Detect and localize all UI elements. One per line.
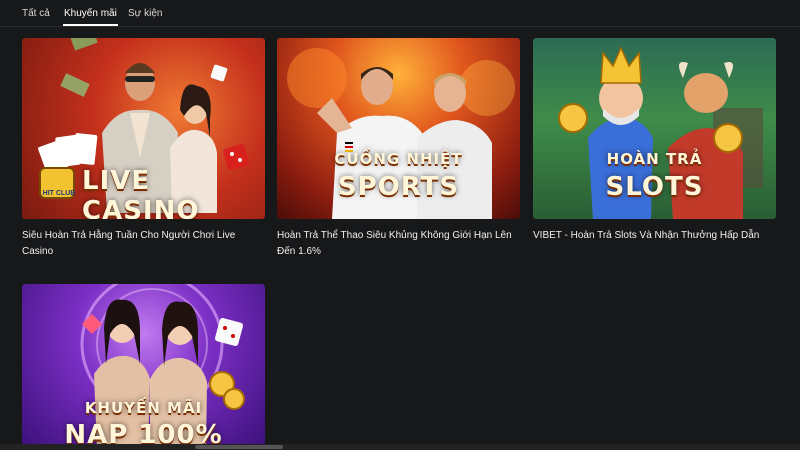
tab-events[interactable]: Sự kiện (128, 8, 163, 19)
tab-promotions[interactable]: Khuyến mãi (63, 8, 118, 26)
promo-image-live-casino[interactable]: HIT CLUB LIVE CASINO (22, 38, 265, 219)
promo-card-slots[interactable]: HOÀN TRẢ SLOTS VIBET - Hoàn Trả Slots Và… (533, 38, 776, 244)
promo-card-live-casino[interactable]: HIT CLUB LIVE CASINO Siêu Hoàn Trả Hằng … (22, 38, 265, 260)
banner-subtitle: CUỒNG NHIỆT (334, 150, 463, 168)
banner-title: SLOTS (605, 172, 704, 202)
promo-card-sports[interactable]: CUỒNG NHIỆT SPORTS Hoàn Trả Thể Thao Siê… (277, 38, 520, 260)
active-tab-indicator (63, 24, 118, 26)
category-tabs: Tất cả Khuyến mãi Sự kiện (0, 0, 800, 27)
tab-all[interactable]: Tất cả (22, 8, 50, 19)
promo-image-deposit[interactable]: KHUYẾN MÃI NẠP 100% (22, 284, 265, 450)
promo-card-deposit[interactable]: KHUYẾN MÃI NẠP 100% (22, 284, 265, 450)
banner-title: SPORTS (337, 172, 460, 202)
promo-caption[interactable]: VIBET - Hoàn Trả Slots Và Nhận Thưởng Hấ… (533, 228, 776, 244)
promo-caption[interactable]: Siêu Hoàn Trả Hằng Tuần Cho Người Chơi L… (22, 228, 265, 260)
tab-label: Sự kiện (128, 8, 163, 19)
banner-subtitle: HOÀN TRẢ (606, 150, 703, 168)
tab-label: Tất cả (22, 8, 50, 19)
banner-title: LIVE CASINO (82, 166, 200, 219)
scrollbar-thumb[interactable] (195, 445, 283, 449)
tab-label: Khuyến mãi (64, 8, 117, 19)
promo-caption[interactable]: Hoàn Trả Thể Thao Siêu Khủng Không Giới … (277, 228, 520, 260)
promo-image-slots[interactable]: HOÀN TRẢ SLOTS (533, 38, 776, 219)
banner-subtitle: KHUYẾN MÃI (84, 399, 203, 417)
promo-image-sports[interactable]: CUỒNG NHIỆT SPORTS (277, 38, 520, 219)
horizontal-scrollbar[interactable] (0, 444, 800, 450)
hitclub-badge: HIT CLUB (42, 190, 76, 197)
